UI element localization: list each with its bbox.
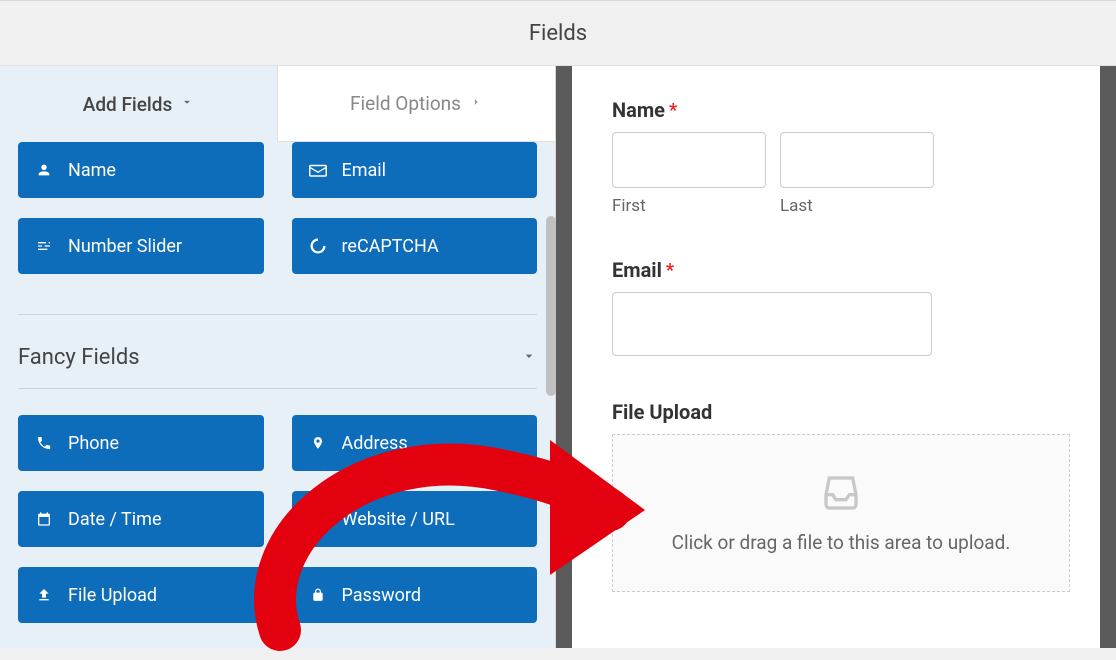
first-sublabel: First (612, 196, 766, 216)
first-name-input[interactable] (612, 132, 766, 188)
email-field-label: Email* (612, 258, 1076, 282)
scrollbar-thumb[interactable] (546, 216, 556, 396)
field-label: Website / URL (342, 509, 455, 530)
field-label: Date / Time (68, 509, 162, 530)
field-label: reCAPTCHA (342, 236, 439, 257)
field-file-upload-button[interactable]: File Upload (18, 567, 264, 623)
chevron-down-icon (521, 345, 537, 370)
recaptcha-icon (308, 237, 328, 255)
link-icon (308, 510, 328, 528)
field-label: File Upload (68, 585, 157, 606)
field-label: Number Slider (68, 236, 182, 257)
section-title: Fancy Fields (18, 345, 140, 370)
calendar-icon (34, 511, 54, 527)
field-label: Name (68, 160, 116, 181)
tab-add-fields[interactable]: Add Fields (0, 66, 277, 142)
file-upload-dropzone[interactable]: Click or drag a file to this area to upl… (612, 434, 1070, 592)
field-email-button[interactable]: Email (292, 142, 538, 198)
field-website-url-button[interactable]: Website / URL (292, 491, 538, 547)
gutter-left (556, 66, 572, 648)
user-icon (34, 162, 54, 178)
lock-icon (308, 587, 328, 603)
field-label: Phone (68, 433, 119, 454)
field-name-button[interactable]: Name (18, 142, 264, 198)
tab-label: Field Options (350, 92, 461, 115)
phone-icon (34, 435, 54, 451)
standard-fields-grid: Name Email Number Slider reCAPTCHA (18, 142, 537, 274)
email-input[interactable] (612, 292, 932, 356)
envelope-icon (308, 163, 328, 177)
header-bar: Fields (0, 0, 1116, 66)
name-inputs-row: First Last (612, 132, 1076, 216)
field-label: Password (342, 585, 422, 606)
file-upload-field-label: File Upload (612, 400, 1076, 424)
chevron-down-icon (180, 95, 194, 113)
gutter-right (1100, 66, 1116, 648)
page-title: Fields (529, 21, 587, 46)
field-recaptcha-button[interactable]: reCAPTCHA (292, 218, 538, 274)
chevron-right-icon (469, 95, 483, 113)
pin-icon (308, 434, 328, 452)
required-asterisk: * (669, 100, 677, 121)
sliders-icon (34, 238, 54, 254)
upload-icon (34, 587, 54, 603)
upload-hint-text: Click or drag a file to this area to upl… (672, 531, 1011, 554)
field-date-time-button[interactable]: Date / Time (18, 491, 264, 547)
form-preview: Name* First Last Email* File Upload (572, 66, 1100, 648)
field-label: Email (342, 160, 387, 181)
fancy-fields-section-header[interactable]: Fancy Fields (18, 314, 537, 389)
left-panel: Add Fields Field Options Name (0, 66, 556, 648)
field-address-button[interactable]: Address (292, 415, 538, 471)
required-asterisk: * (666, 260, 674, 281)
fields-scroll-area: Name Email Number Slider reCAPTCHA Fancy… (0, 142, 555, 648)
inbox-icon (819, 473, 863, 517)
field-number-slider-button[interactable]: Number Slider (18, 218, 264, 274)
name-field-label: Name* (612, 98, 1076, 122)
field-label: Address (342, 433, 408, 454)
tabs-row: Add Fields Field Options (0, 66, 555, 142)
field-phone-button[interactable]: Phone (18, 415, 264, 471)
last-name-input[interactable] (780, 132, 934, 188)
fancy-fields-grid: Phone Address Date / Time Website / URL … (18, 415, 537, 623)
field-password-button[interactable]: Password (292, 567, 538, 623)
main-area: Add Fields Field Options Name (0, 66, 1116, 648)
tab-field-options[interactable]: Field Options (277, 66, 555, 142)
tab-label: Add Fields (83, 93, 173, 116)
right-outer: Name* First Last Email* File Upload (556, 66, 1116, 648)
last-sublabel: Last (780, 196, 934, 216)
